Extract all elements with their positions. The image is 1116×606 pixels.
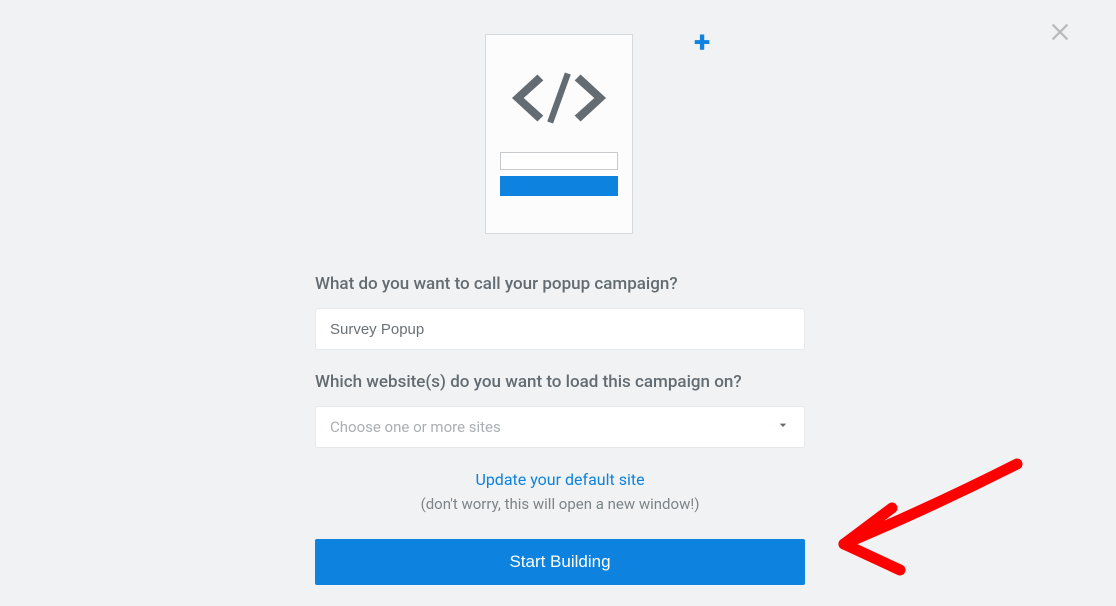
template-preview	[485, 34, 633, 234]
close-button[interactable]	[1046, 18, 1074, 46]
preview-input-field	[500, 152, 618, 170]
start-building-button[interactable]: Start Building	[315, 539, 805, 585]
website-select-placeholder: Choose one or more sites	[330, 418, 501, 436]
plus-icon: +	[694, 28, 710, 58]
campaign-name-label: What do you want to call your popup camp…	[315, 274, 805, 294]
new-window-hint: (don't worry, this will open a new windo…	[315, 495, 805, 513]
preview-button-bar	[500, 176, 618, 196]
chevron-down-icon	[775, 417, 791, 437]
close-icon	[1046, 18, 1074, 46]
update-default-site-link[interactable]: Update your default site	[475, 470, 644, 489]
code-icon	[510, 70, 608, 130]
campaign-name-input[interactable]	[315, 308, 805, 350]
arrow-annotation	[822, 452, 1032, 592]
website-select-label: Which website(s) do you want to load thi…	[315, 372, 805, 392]
website-select[interactable]: Choose one or more sites	[315, 406, 805, 448]
campaign-form: What do you want to call your popup camp…	[315, 274, 805, 585]
